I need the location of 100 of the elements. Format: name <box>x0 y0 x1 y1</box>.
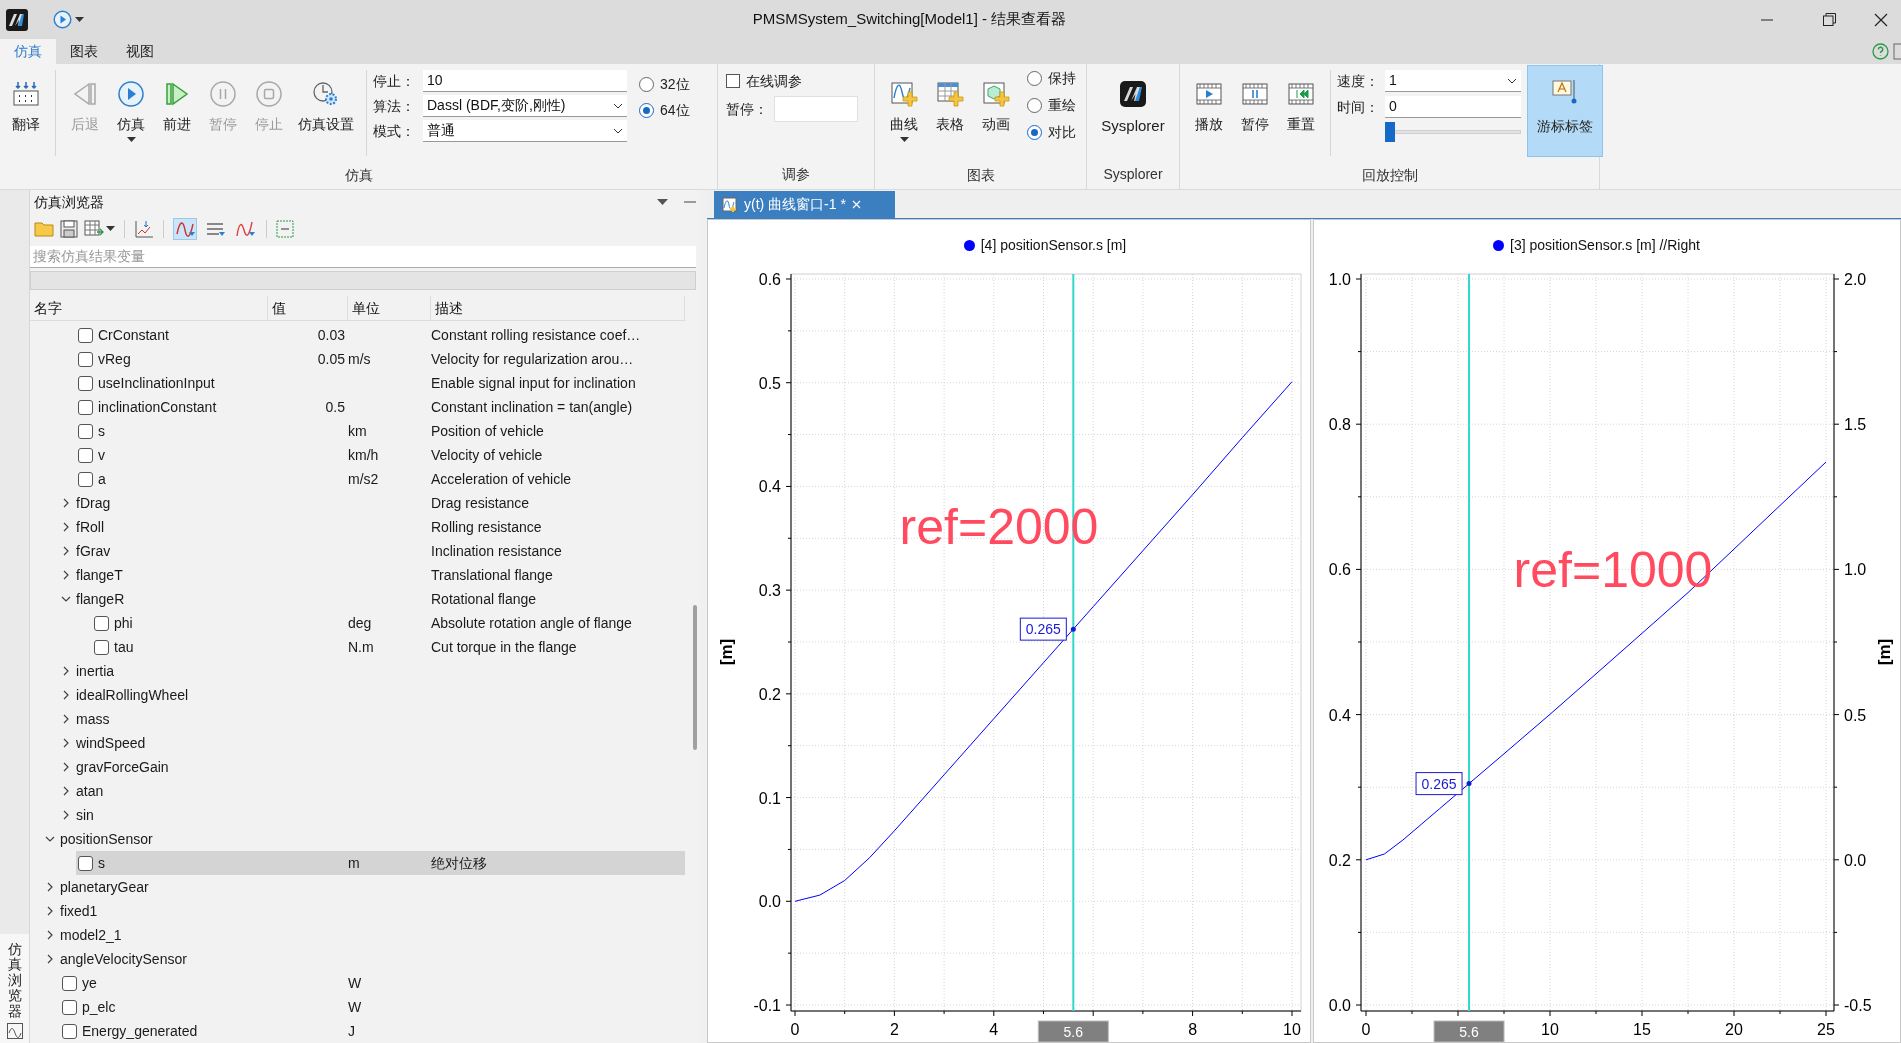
checkbox[interactable] <box>78 327 93 343</box>
radio-button[interactable] <box>639 102 654 118</box>
ribbon-button[interactable]: 曲线 <box>881 64 927 164</box>
radio-option[interactable]: 32位 <box>639 72 690 96</box>
tree-row[interactable]: inclinationConstant 0.5 Constant inclination = tan(angle) <box>76 395 685 419</box>
checkbox[interactable] <box>94 639 109 655</box>
checkbox[interactable] <box>78 447 93 463</box>
checkbox[interactable] <box>78 423 93 439</box>
tree-row[interactable]: p_elc W <box>60 995 685 1019</box>
checkbox[interactable] <box>62 975 77 991</box>
slider-thumb[interactable] <box>1385 122 1395 142</box>
ribbon-button[interactable]: 表格 <box>927 64 973 164</box>
description-text: Enable signal input for inclination <box>431 374 636 391</box>
tree-row[interactable]: model2_1 <box>60 923 685 947</box>
tree-row[interactable]: angleVelocitySensor <box>60 947 685 971</box>
checkbox[interactable] <box>78 375 93 391</box>
ribbon-button[interactable]: 仿真设置 <box>292 64 360 164</box>
tree-row[interactable]: planetaryGear <box>60 875 685 899</box>
tree-row[interactable]: s m 绝对位移 <box>76 851 685 875</box>
ribbon-button[interactable]: 播放 <box>1186 64 1232 164</box>
radio-option[interactable]: 重绘 <box>1027 93 1076 117</box>
axis-label: -0.5 <box>1844 997 1872 1014</box>
tree-row[interactable]: tau N.m Cut torque in the flange <box>92 635 685 659</box>
dropdown-field[interactable]: 普通 <box>423 120 627 142</box>
time-slider[interactable] <box>1385 122 1521 142</box>
checkbox[interactable] <box>62 1023 77 1039</box>
radio-button[interactable] <box>1027 124 1042 140</box>
ribbon-button[interactable]: 动画 <box>973 64 1019 164</box>
tree-row[interactable]: flangeR Rotational flange <box>76 587 685 611</box>
tree-row[interactable]: windSpeed <box>76 731 685 755</box>
tree-row[interactable]: a m/s2 Acceleration of vehicle <box>76 467 685 491</box>
menu-tab[interactable]: 仿真 <box>0 39 56 64</box>
ribbon-button[interactable]: 暂停 <box>1232 64 1278 164</box>
column-header[interactable]: 值 <box>272 297 286 319</box>
tree-row[interactable]: Energy_generated J <box>60 1019 685 1043</box>
tree-row[interactable]: fixed1 <box>60 899 685 923</box>
radio-option[interactable]: 64位 <box>639 98 690 122</box>
tree-row[interactable]: sin <box>76 803 685 827</box>
variable-name: fRoll <box>76 517 104 537</box>
tree-row[interactable]: vReg 0.05 m/s Velocity for regularization arou… <box>76 347 685 371</box>
ribbon-button[interactable]: 前进 <box>154 64 200 164</box>
scrollbar-thumb[interactable] <box>693 605 697 750</box>
dropdown-field[interactable]: Dassl (BDF,变阶,刚性) <box>423 95 627 117</box>
checkbox[interactable] <box>78 351 93 367</box>
tree-row[interactable]: gravForceGain <box>76 755 685 779</box>
variable-name: a <box>98 469 106 489</box>
ribbon-button[interactable]: 仿真 <box>108 64 154 164</box>
variable-name: tau <box>114 637 134 657</box>
tree-row[interactable]: atan <box>76 779 685 803</box>
tree-row[interactable]: fRoll Rolling resistance <box>76 515 685 539</box>
plot-tab[interactable]: y(t) 曲线窗口-1 * <box>714 191 895 218</box>
tree-row[interactable]: v km/h Velocity of vehicle <box>76 443 685 467</box>
cursor-label-button[interactable]: 游标标签 <box>1527 65 1603 157</box>
tree-row[interactable]: fDrag Drag resistance <box>76 491 685 515</box>
checkbox[interactable] <box>78 855 93 871</box>
tree-row[interactable]: s km Position of vehicle <box>76 419 685 443</box>
tree-row[interactable]: mass <box>76 707 685 731</box>
checkbox-option[interactable]: 在线调参 <box>726 70 858 92</box>
radio-button[interactable] <box>1027 97 1042 113</box>
tree-row[interactable]: CrConstant 0.03 Constant rolling resistance coef… <box>76 323 685 347</box>
input-field[interactable]: 0 <box>1385 96 1521 118</box>
close-icon[interactable] <box>851 200 861 209</box>
tree-row[interactable]: fGrav Inclination resistance <box>76 539 685 563</box>
table-export-icon[interactable] <box>84 219 104 238</box>
tree-row[interactable]: phi deg Absolute rotation angle of flange <box>92 611 685 635</box>
checkbox[interactable] <box>62 999 77 1015</box>
dropdown-arrow-icon[interactable] <box>657 198 668 206</box>
checkbox[interactable] <box>726 74 740 88</box>
checkbox[interactable] <box>78 471 93 487</box>
tree-row[interactable]: ye W <box>60 971 685 995</box>
radio-option[interactable]: 对比 <box>1027 120 1076 144</box>
checkbox[interactable] <box>94 615 109 631</box>
save-icon[interactable] <box>60 219 78 238</box>
ribbon-button[interactable]: 翻译 <box>3 64 49 164</box>
column-header[interactable]: 描述 <box>435 297 463 319</box>
run-button[interactable] <box>53 10 84 29</box>
tree-row[interactable]: positionSensor <box>60 827 685 851</box>
radio-button[interactable] <box>1027 70 1042 86</box>
dropdown-field[interactable]: 1 <box>1385 70 1521 92</box>
collapse-icon[interactable] <box>276 219 294 238</box>
menu-tab[interactable]: 视图 <box>112 39 168 64</box>
radio-option[interactable]: 保持 <box>1027 66 1076 90</box>
radio-button[interactable] <box>639 76 654 92</box>
side-tab[interactable]: 仿真浏览器 <box>0 934 29 1043</box>
checkbox[interactable] <box>78 399 93 415</box>
tree-row[interactable]: flangeT Translational flange <box>76 563 685 587</box>
ribbon-button[interactable]: 重置 <box>1278 64 1324 164</box>
input-field[interactable] <box>774 96 858 122</box>
chart-import-icon[interactable] <box>134 219 154 238</box>
tree-row[interactable]: inertia <box>76 659 685 683</box>
chevron-down-icon <box>1507 77 1517 84</box>
curve-filter-icon[interactable] <box>173 217 197 240</box>
column-header[interactable]: 名字 <box>34 297 62 319</box>
radio-label: 32位 <box>660 74 690 94</box>
column-header[interactable]: 单位 <box>352 297 380 319</box>
sysplorer-button[interactable]: Sysplorer <box>1087 64 1179 138</box>
input-field[interactable]: 10 <box>423 70 627 92</box>
tree-row[interactable]: idealRollingWheel <box>76 683 685 707</box>
tree-row[interactable]: useInclinationInput Enable signal input for inclination <box>76 371 685 395</box>
menu-tab[interactable]: 图表 <box>56 39 112 64</box>
